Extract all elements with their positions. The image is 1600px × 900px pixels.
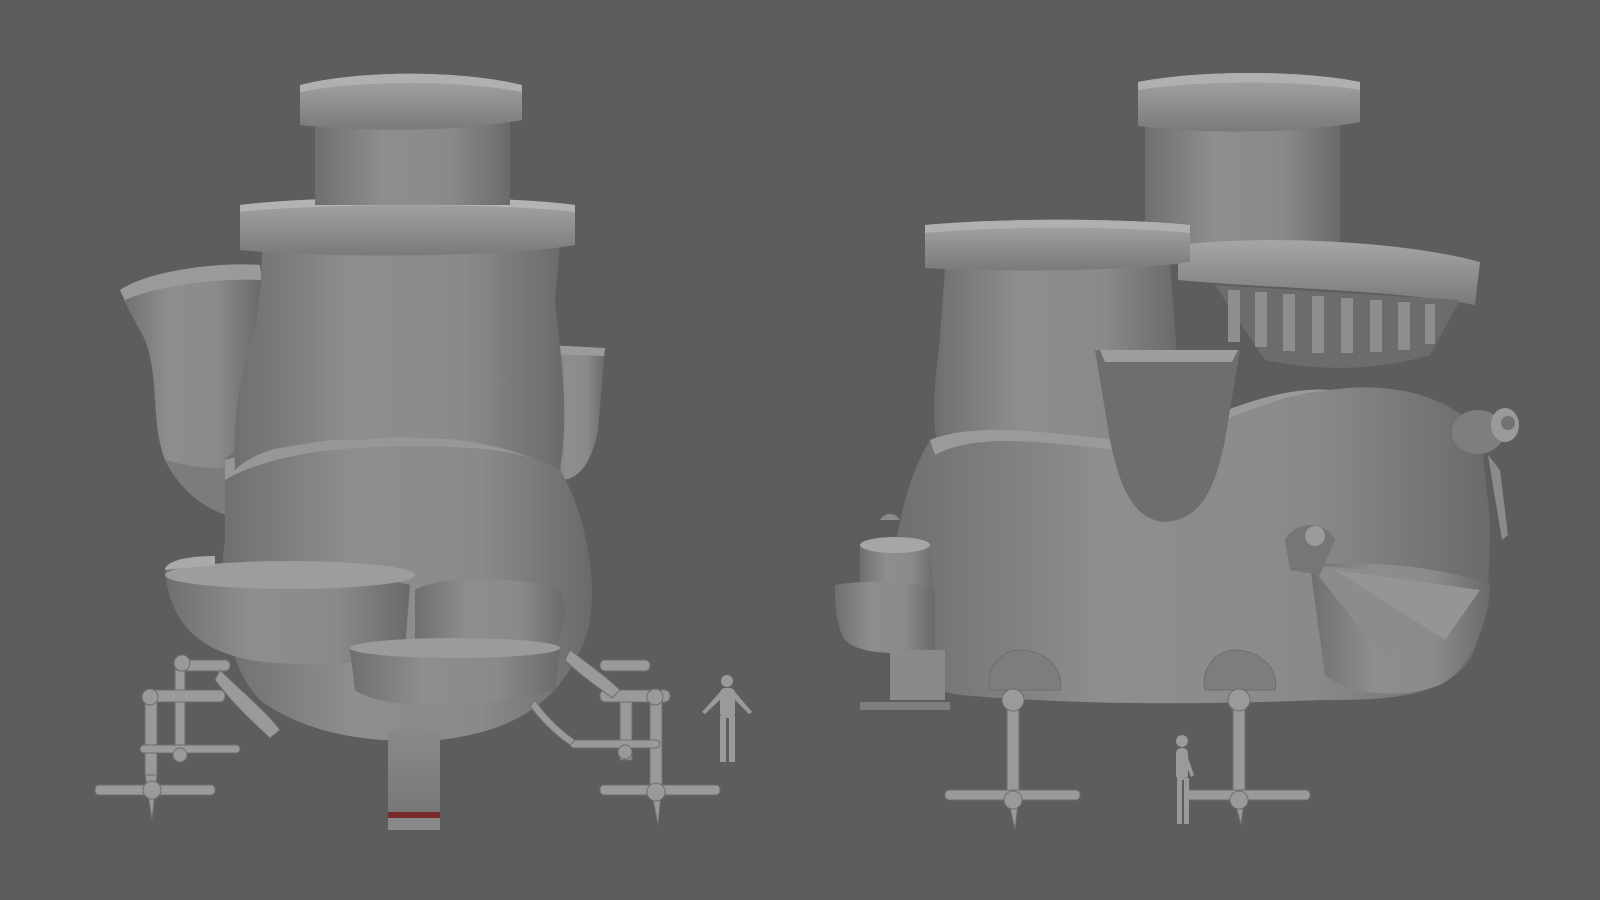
top-chimney xyxy=(300,73,522,205)
mid-tower xyxy=(234,245,565,470)
scale-figure-front xyxy=(702,675,752,762)
mid-rim xyxy=(240,197,575,256)
3d-viewport[interactable] xyxy=(0,0,1600,900)
front-view[interactable] xyxy=(94,73,752,830)
side-view[interactable] xyxy=(835,73,1519,831)
render-canvas xyxy=(94,73,1519,831)
front-door xyxy=(388,727,440,830)
vent-ring xyxy=(1178,240,1480,368)
scale-figure-side xyxy=(1176,735,1194,824)
